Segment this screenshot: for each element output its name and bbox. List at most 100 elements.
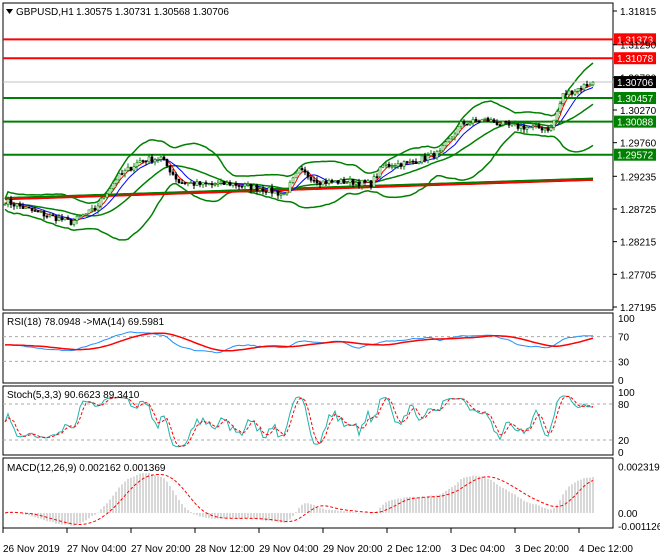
candle-body xyxy=(39,211,43,213)
candle-body xyxy=(387,163,391,167)
macd-tick-label: -0.001126 xyxy=(618,522,660,533)
candle-body xyxy=(369,180,373,188)
candle-body xyxy=(411,160,415,163)
candle-body xyxy=(507,121,511,126)
candle-body xyxy=(537,124,541,129)
time-tick-label: 2 Dec 12:00 xyxy=(387,544,441,555)
time-tick-label: 26 Nov 2019 xyxy=(3,544,60,555)
candle xyxy=(480,118,484,123)
candle-body xyxy=(456,126,460,135)
candle-body xyxy=(585,84,589,87)
candle-body xyxy=(519,125,523,129)
candle-body xyxy=(147,156,151,163)
candle xyxy=(288,180,292,193)
candle-body xyxy=(228,182,232,186)
candle-body xyxy=(315,179,319,184)
candle-body xyxy=(294,172,298,179)
macd-label: MACD(12,26,9) 0.002162 0.001369 xyxy=(7,463,166,474)
level-price-label: 1.30457 xyxy=(617,94,654,105)
candle-body xyxy=(66,217,70,220)
candle-body xyxy=(459,121,463,128)
candle-body xyxy=(6,199,10,205)
candle-body xyxy=(414,161,418,164)
candle-body xyxy=(345,182,349,184)
candle-body xyxy=(240,185,244,188)
candle-body xyxy=(291,177,295,183)
candle-body xyxy=(558,103,562,112)
candle-body xyxy=(264,190,268,193)
candle-body xyxy=(276,191,280,196)
candle-body xyxy=(117,173,121,181)
candle-body xyxy=(441,145,445,151)
stoch-tick-label: 0 xyxy=(618,448,624,459)
candle-body xyxy=(450,136,454,140)
candle-body xyxy=(381,165,385,168)
candle-body xyxy=(27,206,31,209)
candle-body xyxy=(390,166,394,168)
candle-body xyxy=(258,188,262,191)
candle-body xyxy=(471,119,475,124)
candle-body xyxy=(357,182,361,187)
time-tick-label: 29 Nov 04:00 xyxy=(259,544,319,555)
candle-body xyxy=(63,217,67,221)
candle-body xyxy=(171,171,175,175)
candle-body xyxy=(492,119,496,123)
candle-body xyxy=(312,179,316,182)
candle-body xyxy=(408,160,412,163)
candle-body xyxy=(552,119,556,128)
ohlc-values: 1.30575 1.30731 1.30568 1.30706 xyxy=(76,7,229,18)
candle-body xyxy=(549,127,553,131)
candle-body xyxy=(78,215,82,218)
candle-body xyxy=(24,206,28,209)
candle-body xyxy=(300,168,304,171)
price-tick-label: 1.28725 xyxy=(620,205,657,216)
candle-body xyxy=(129,166,133,171)
candle-body xyxy=(366,180,370,183)
time-tick-label: 29 Nov 20:00 xyxy=(323,544,383,555)
candle-body xyxy=(555,111,559,121)
candle-body xyxy=(453,133,457,138)
candle-body xyxy=(12,204,16,207)
stoch-tick-label: 100 xyxy=(618,388,635,399)
rsi-tick-label: 30 xyxy=(618,357,630,368)
candle-body xyxy=(72,220,76,225)
candle-body xyxy=(15,203,19,207)
candle-body xyxy=(249,183,253,190)
time-tick-label: 27 Nov 20:00 xyxy=(131,544,191,555)
candle-body xyxy=(363,179,367,183)
rsi-tick-label: 70 xyxy=(618,333,630,344)
candle-body xyxy=(162,156,166,160)
candle-body xyxy=(525,126,529,130)
candle-body xyxy=(498,124,502,127)
candle-body xyxy=(330,179,334,183)
chart-window[interactable]: 100 70 30 0 100 80 20 0 0.002319 0.00 -0.001126 1.… xyxy=(0,0,660,560)
price-tick-label: 1.29760 xyxy=(620,139,657,150)
candle-body xyxy=(402,161,406,167)
price-tick-label: 1.29235 xyxy=(620,172,657,183)
candle-body xyxy=(105,193,109,198)
candle-body xyxy=(54,215,58,221)
symbol-label: GBPUSD,H1 xyxy=(16,7,74,18)
candle-body xyxy=(204,182,208,185)
candle-body xyxy=(405,161,409,163)
candle-body xyxy=(375,176,379,178)
candle-body xyxy=(426,155,430,161)
candle-body xyxy=(309,176,313,181)
candle-body xyxy=(432,152,436,159)
candle-body xyxy=(144,160,148,163)
candle-body xyxy=(468,122,472,125)
candle-body xyxy=(339,178,343,184)
candle-body xyxy=(216,182,220,185)
candle-body xyxy=(120,173,124,175)
stoch-tick-label: 20 xyxy=(618,436,630,447)
chart-canvas[interactable]: 10070300100802000.0023190.00-0.001126 1.… xyxy=(0,0,660,560)
candle xyxy=(528,126,532,129)
candle-body xyxy=(141,160,145,162)
candle-body xyxy=(60,217,64,221)
current-price-label: 1.30706 xyxy=(617,78,654,89)
candle-body xyxy=(543,128,547,131)
candle-body xyxy=(354,182,358,185)
candle-body xyxy=(534,124,538,127)
candle-body xyxy=(234,183,238,186)
candle-body xyxy=(510,123,514,126)
